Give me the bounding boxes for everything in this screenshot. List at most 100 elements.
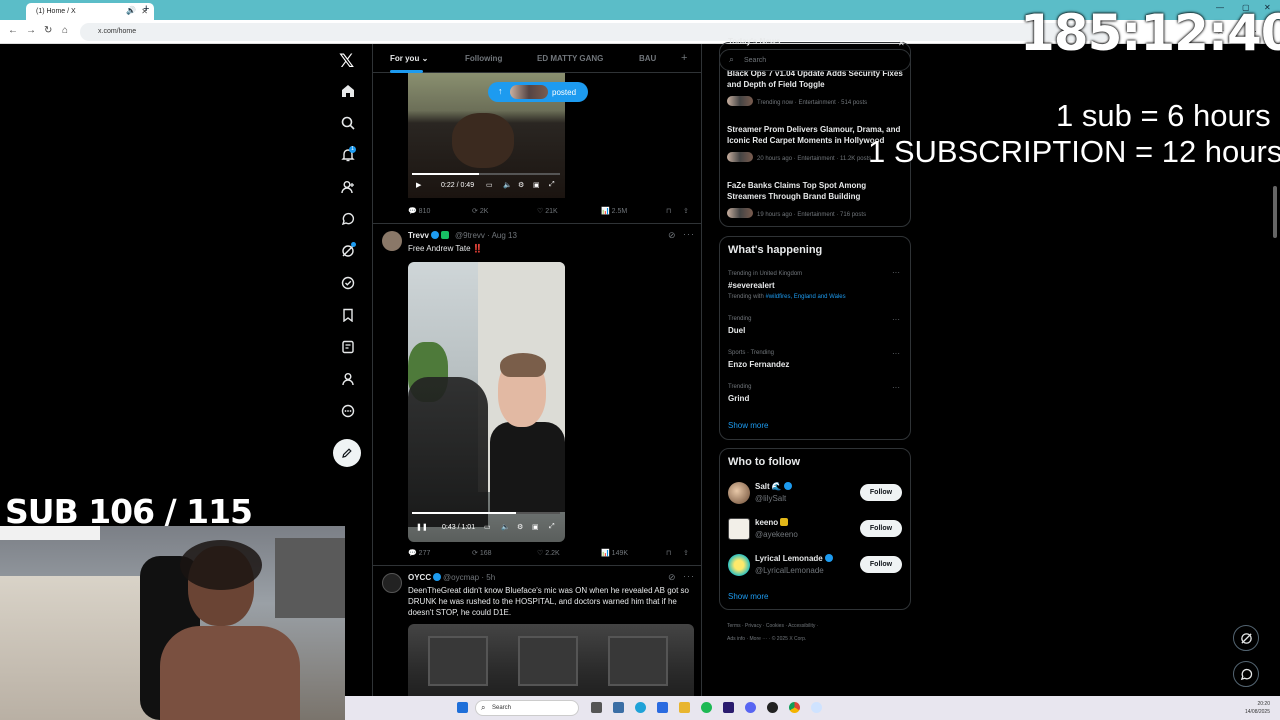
follow-people-icon[interactable] [338,177,358,197]
video-progress-bar[interactable] [412,173,560,175]
new-posts-pill[interactable]: ↑ posted [488,82,588,102]
settings-icon[interactable]: ⚙ [517,523,523,531]
close-icon[interactable]: ✕ [898,39,905,48]
avatar[interactable] [728,482,750,504]
fullscreen-icon[interactable]: ⤢ [549,181,555,189]
play-icon[interactable]: ▶ [416,181,421,189]
share-icon[interactable]: ⇪ [683,549,689,557]
file-explorer-icon[interactable] [679,702,690,713]
edge-browser-icon[interactable] [635,702,646,713]
share-icon[interactable]: ⇪ [683,207,689,215]
like-button[interactable]: ♡ 2.2K [537,549,560,557]
new-tab-icon[interactable]: + [143,3,149,15]
views-button[interactable]: 📊 2.5M [601,207,627,215]
settings-icon[interactable]: ⚙ [518,181,524,189]
bookmarks-icon[interactable] [338,305,358,325]
messages-icon[interactable] [338,209,358,229]
fullscreen-icon[interactable]: ⤢ [549,523,555,531]
explore-search-icon[interactable] [338,113,358,133]
repost-button[interactable]: ⟳ 168 [472,549,492,557]
profile-icon[interactable] [338,369,358,389]
task-view-icon[interactable] [591,702,602,713]
tab-following[interactable]: Following [465,54,502,63]
taskbar-search[interactable]: ⌕ Search [475,700,579,716]
repost-button[interactable]: ⟳ 2K [472,207,488,215]
reload-icon[interactable]: ↻ [44,25,52,36]
app-icon[interactable] [811,702,822,713]
forward-icon[interactable]: → [26,25,36,36]
compose-post-button[interactable] [333,439,361,467]
back-icon[interactable]: ← [8,25,18,36]
app-icon[interactable] [657,702,668,713]
tab-for-you[interactable]: For you ⌄ [390,54,428,63]
avatar[interactable] [728,518,750,540]
news-headline[interactable]: FaZe Banks Claims Top Spot Among Streame… [727,180,907,202]
home-icon[interactable]: ⌂ [62,25,68,36]
captions-icon[interactable]: ▭ [486,181,493,189]
follow-button[interactable]: Follow [860,556,902,573]
captions-icon[interactable]: ▭ [484,523,491,531]
settings-app-icon[interactable] [613,702,624,713]
add-tab-icon[interactable]: + [681,52,687,64]
articles-icon[interactable] [338,337,358,357]
chrome-icon[interactable] [789,702,800,713]
tweet-author[interactable]: Trevv [408,231,449,240]
more-icon[interactable]: ··· [892,383,900,392]
follow-name[interactable]: Salt 🌊 [755,482,792,491]
more-icon[interactable]: ··· [892,349,900,358]
footer-links[interactable]: Terms · Privacy · Cookies · Accessibilit… [727,623,818,629]
follow-name[interactable]: Lyrical Lemonade [755,554,833,563]
obs-icon[interactable] [767,702,778,713]
search-input[interactable]: ⌕ Search [719,49,911,71]
pip-icon[interactable]: ▣ [532,523,539,531]
more-options-icon[interactable] [338,401,358,421]
video-progress-bar[interactable] [412,512,560,514]
avatar[interactable] [382,231,402,251]
reply-button[interactable]: 💬 810 [408,207,430,215]
grok-explain-icon[interactable]: ⊘ [668,230,676,241]
news-headline[interactable]: Black Ops 7 v1.04 Update Adds Security F… [727,68,907,90]
more-icon[interactable]: ··· [683,229,695,239]
pause-icon[interactable]: ❚❚ [416,523,428,531]
reply-button[interactable]: 💬 277 [408,549,430,557]
spotify-icon[interactable] [701,702,712,713]
tab-ed-matty-gang[interactable]: ED MATTY GANG [537,54,603,63]
tweet-date[interactable]: · Aug 13 [487,231,517,240]
home-nav-icon[interactable] [338,81,358,101]
browser-tab[interactable]: (1) Home / X 🔊 ✕ [26,3,154,20]
tweet-date[interactable]: · 5h [481,573,495,582]
tab-bau[interactable]: BAU [639,54,656,63]
speaker-icon[interactable]: 🔊 [126,6,136,15]
tweet-author[interactable]: OYCC [408,573,442,582]
like-button[interactable]: ♡ 21K [537,207,558,215]
author-handle[interactable]: @9trevv [455,231,485,240]
more-icon[interactable]: ··· [892,315,900,324]
show-more-link[interactable]: Show more [728,421,768,430]
more-icon[interactable]: ··· [683,571,695,581]
discord-icon[interactable] [745,702,756,713]
show-more-link[interactable]: Show more [728,592,768,601]
trend-item[interactable]: #severealert [728,281,775,290]
volume-icon[interactable]: 🔈 [503,181,512,189]
pip-icon[interactable]: ▣ [533,181,540,189]
tweet-video[interactable]: ❚❚ 0:43 / 1:01 ▭ 🔈 ⚙ ▣ ⤢ [408,262,565,542]
trend-item[interactable]: Duel [728,326,745,335]
follow-button[interactable]: Follow [860,520,902,537]
trend-item[interactable]: Enzo Fernandez [728,360,789,369]
avatar[interactable] [382,573,402,593]
messages-floating-button[interactable] [1233,661,1259,687]
footer-links[interactable]: Ads info · More ··· · © 2025 X Corp. [727,636,806,642]
grok-floating-button[interactable] [1233,625,1259,651]
author-handle[interactable]: @oycmap [443,573,479,582]
volume-icon[interactable]: 🔈 [501,523,510,531]
url-input[interactable]: x.com/home [80,23,1110,41]
page-scrollbar[interactable] [1273,186,1277,238]
trend-item[interactable]: Grind [728,394,749,403]
avatar[interactable] [728,554,750,576]
grok-explain-icon[interactable]: ⊘ [668,572,676,583]
follow-name[interactable]: keeno [755,518,789,527]
bookmark-icon[interactable]: ⊓ [666,549,671,557]
tweet-video[interactable] [408,624,694,696]
premium-verified-icon[interactable] [338,273,358,293]
premiere-icon[interactable] [723,702,734,713]
